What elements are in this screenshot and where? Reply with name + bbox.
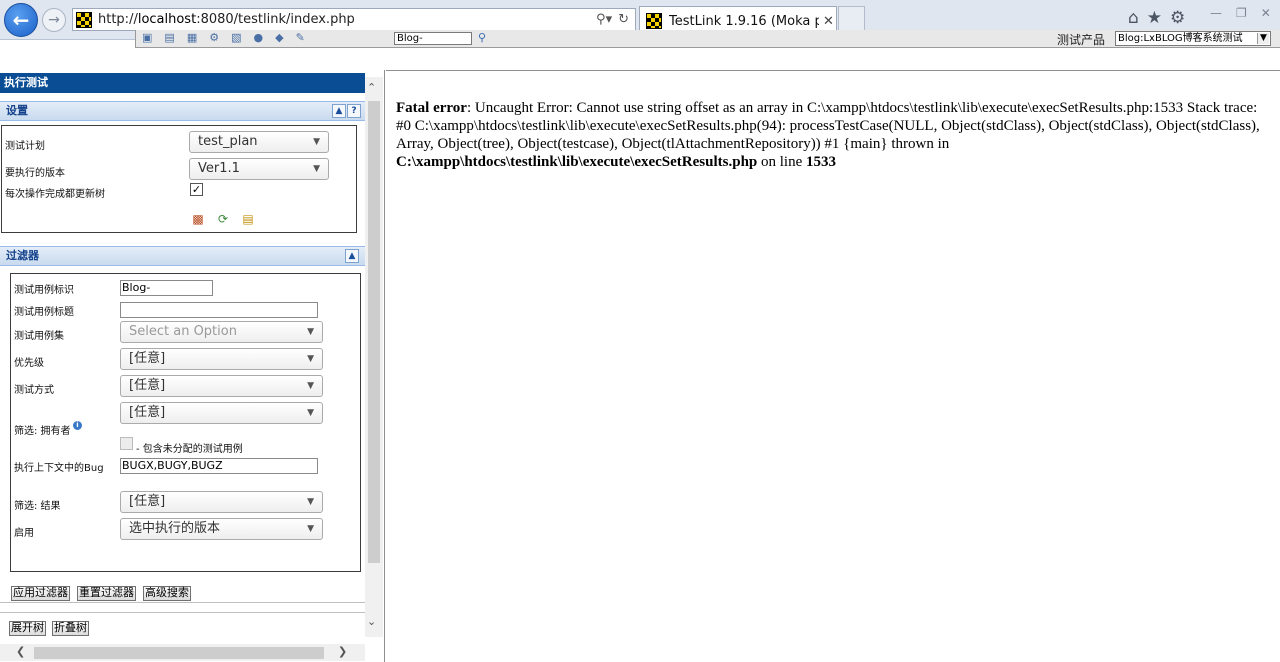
chevron-down-icon: ▼: [1257, 33, 1269, 44]
chevron-down-icon: ▼: [307, 381, 314, 391]
address-bar[interactable]: http://localhost:8080/testlink/index.php…: [72, 8, 636, 31]
print-icon[interactable]: ▤: [240, 211, 256, 227]
export-icon[interactable]: ▩: [190, 211, 206, 227]
tab-title: TestLink 1.9.16 (Moka p...: [669, 13, 819, 29]
chevron-down-icon: ▼: [307, 354, 314, 364]
chevron-right-icon[interactable]: ❯: [338, 645, 347, 658]
users-icon[interactable]: ●: [254, 31, 264, 44]
chevron-left-icon[interactable]: ❮: [16, 645, 25, 658]
fatal-error-message: Fatal error: Uncaught Error: Cannot use …: [396, 100, 1260, 170]
search-icon[interactable]: ⚲▾: [596, 12, 612, 27]
search-icon[interactable]: ⚲: [478, 31, 486, 44]
specification-icon[interactable]: ▦: [187, 31, 197, 44]
requirements-icon[interactable]: ▤: [164, 31, 174, 44]
enable-select[interactable]: 选中执行的版本 ▼: [120, 518, 323, 540]
left-frame: 执行测试 设置 ▲ ? 测试计划 test_plan ▼ 要执行的版本 Ver1.…: [0, 70, 385, 662]
advanced-search-button[interactable]: 高级搜索: [143, 586, 191, 601]
tc-title-input[interactable]: [120, 302, 318, 318]
edit-icon[interactable]: ✎: [296, 31, 305, 44]
suite-label: 测试用例集: [14, 331, 64, 342]
exec-type-select[interactable]: [任意] ▼: [120, 375, 323, 397]
update-tree-label: 每次操作完成都更新树: [5, 189, 105, 200]
collapse-icon[interactable]: ▲: [332, 104, 346, 118]
testlink-favicon-icon: [76, 11, 92, 28]
bugs-label: 执行上下文中的Bug: [14, 463, 104, 474]
apply-filter-button[interactable]: 应用过滤器: [11, 586, 70, 601]
tc-title-label: 测试用例标题: [14, 307, 74, 318]
reset-filter-button[interactable]: 重置过滤器: [77, 586, 136, 601]
testcase-search-input[interactable]: Blog-: [394, 32, 472, 45]
enable-label: 启用: [14, 528, 34, 539]
chevron-down-icon: ▼: [307, 497, 314, 507]
suite-select[interactable]: Select an Option ▼: [120, 321, 323, 343]
right-frame: Fatal error: Uncaught Error: Cannot use …: [386, 70, 1280, 662]
build-label: 要执行的版本: [5, 168, 65, 179]
settings-panel: 测试计划 test_plan ▼ 要执行的版本 Ver1.1 ▼ 每次操作完成都更新…: [1, 125, 357, 233]
close-icon[interactable]: ✕: [823, 14, 834, 29]
chevron-down-icon: ▼: [313, 164, 320, 174]
gear-icon[interactable]: ⚙: [1170, 8, 1185, 28]
divider: [0, 602, 365, 603]
owner-label: 筛选: 拥有者: [14, 426, 71, 437]
update-tree-checkbox[interactable]: ✓: [190, 183, 203, 196]
test-plan-label: 测试计划: [5, 141, 45, 152]
star-icon[interactable]: ★: [1147, 8, 1162, 28]
refresh-tree-icon[interactable]: ⟳: [215, 211, 231, 227]
chevron-up-icon[interactable]: ⌃: [367, 81, 376, 94]
filter-panel: 测试用例标识 Blog- 测试用例标题 测试用例集 Select an Opti…: [10, 273, 361, 572]
owner-select[interactable]: [任意] ▼: [120, 402, 323, 424]
product-label: 测试产品: [1057, 33, 1106, 47]
tab-favicon-icon: [646, 13, 662, 29]
result-select[interactable]: [任意] ▼: [120, 491, 323, 513]
tc-id-input[interactable]: Blog-: [120, 280, 213, 296]
tc-id-label: 测试用例标识: [14, 285, 74, 296]
forward-arrow-icon[interactable]: →: [42, 8, 66, 32]
frame-title: 执行测试: [0, 73, 365, 93]
url-text[interactable]: http://localhost:8080/testlink/index.php: [98, 12, 355, 27]
exec-type-label: 测试方式: [14, 385, 54, 396]
refresh-icon[interactable]: ↻: [618, 12, 629, 27]
include-unassigned-checkbox[interactable]: [120, 437, 133, 450]
test-plan-select[interactable]: test_plan ▼: [189, 131, 329, 153]
filter-panel-header: 过滤器 ▲: [0, 246, 365, 266]
window-close-icon[interactable]: ✕: [1261, 6, 1271, 20]
priority-select[interactable]: [任意] ▼: [120, 348, 323, 370]
scroll-thumb[interactable]: [368, 101, 380, 563]
testlink-toolbar: ▣ ▤ ▦ ⚙ ▧ ● ◆ ✎ Blog- ⚲ 测试产品 Blog:LxBLOG…: [0, 30, 1280, 70]
home-icon[interactable]: ⌂: [1128, 8, 1139, 28]
priority-label: 优先级: [14, 358, 44, 369]
bugs-input[interactable]: BUGX,BUGY,BUGZ: [120, 458, 318, 474]
execution-icon[interactable]: ⚙: [209, 31, 219, 44]
product-select[interactable]: Blog:LxBLOG博客系统测试 ▼: [1115, 31, 1271, 46]
build-select[interactable]: Ver1.1 ▼: [189, 158, 329, 180]
include-unassigned-label: - 包含未分配的测试用例: [136, 444, 243, 455]
reports-icon[interactable]: ▧: [231, 31, 241, 44]
events-icon[interactable]: ◆: [275, 31, 283, 44]
chevron-down-icon: ▼: [307, 524, 314, 534]
scroll-thumb[interactable]: [34, 647, 324, 659]
settings-panel-header: 设置 ▲ ?: [0, 101, 365, 121]
result-label: 筛选: 结果: [14, 501, 61, 512]
chevron-down-icon: ▼: [313, 137, 320, 147]
chevron-down-icon[interactable]: ⌄: [367, 615, 376, 628]
desktop-icon[interactable]: ▣: [142, 31, 152, 44]
vertical-scrollbar[interactable]: ⌃ ⌄: [365, 77, 383, 637]
chevron-down-icon: ▼: [307, 408, 314, 418]
collapse-tree-button[interactable]: 折叠树: [52, 621, 89, 636]
collapse-icon[interactable]: ▲: [345, 249, 359, 263]
expand-tree-button[interactable]: 展开树: [9, 621, 46, 636]
restore-icon[interactable]: ❐: [1236, 6, 1247, 20]
help-icon[interactable]: ?: [347, 104, 361, 118]
horizontal-scrollbar[interactable]: ❮ ❯: [0, 644, 365, 661]
divider: [0, 612, 365, 613]
minimize-icon[interactable]: —: [1210, 6, 1222, 20]
info-icon[interactable]: i: [73, 421, 82, 430]
chevron-down-icon: ▼: [307, 327, 314, 337]
